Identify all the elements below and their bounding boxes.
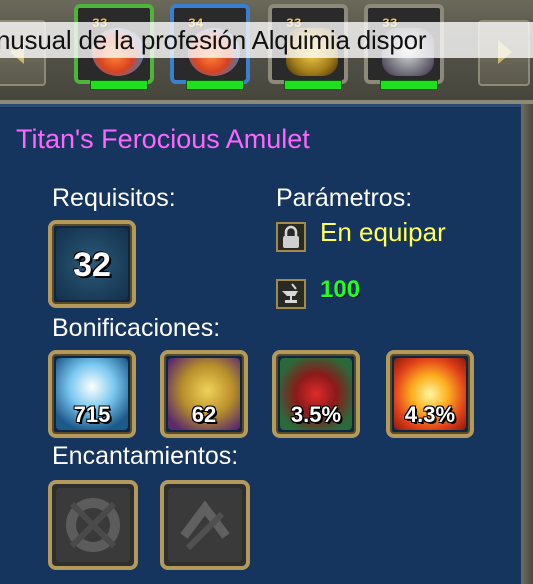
empty-rune-icon — [168, 488, 242, 562]
bonus-strength[interactable]: 62 — [160, 350, 248, 438]
announcement-ticker: nusual de la profesión Alquimia dispor — [0, 22, 533, 58]
bonus-armor[interactable]: 715 — [48, 350, 136, 438]
enchantment-slot-1[interactable] — [48, 480, 138, 570]
parameters-label: Parámetros: — [276, 184, 413, 212]
durability-anvil-icon — [276, 279, 306, 309]
enchantments-label: Encantamientos: — [52, 442, 239, 470]
bonus-value: 4.3% — [404, 402, 456, 427]
bind-on-equip-text: En equipar — [320, 217, 446, 247]
bonuses-label: Bonificaciones: — [52, 314, 221, 342]
requirements-label: Requisitos: — [52, 184, 176, 212]
bonus-value: 3.5% — [290, 402, 342, 427]
required-level-value: 32 — [73, 246, 111, 284]
empty-rune-icon — [56, 488, 130, 562]
slot-durability-bar — [284, 80, 342, 90]
slot-durability-bar — [186, 80, 244, 90]
item-name: Titan's Ferocious Amulet — [16, 124, 310, 154]
bonus-value: 62 — [191, 402, 217, 427]
bonus-fire[interactable]: 4.3% — [386, 350, 474, 438]
announcement-text: nusual de la profesión Alquimia dispor — [0, 25, 427, 55]
bonus-value: 715 — [73, 402, 111, 427]
bonus-critical[interactable]: 3.5% — [272, 350, 360, 438]
lock-icon — [276, 222, 306, 252]
panel-border — [521, 104, 533, 584]
durability-value: 100 — [320, 276, 361, 303]
required-level-badge: 32 — [48, 220, 136, 308]
slot-durability-bar — [90, 80, 148, 90]
enchantment-slot-2[interactable] — [160, 480, 250, 570]
slot-durability-bar — [380, 80, 438, 90]
inventory-strip: 33 34 33 33 nusual de la profesión Alqui… — [0, 0, 533, 100]
